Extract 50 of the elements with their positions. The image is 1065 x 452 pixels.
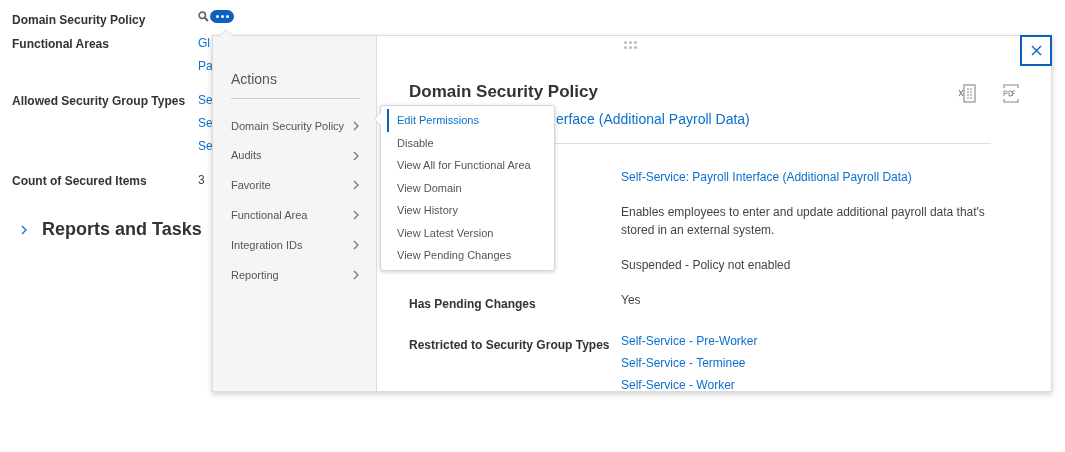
value-link[interactable]: Se	[198, 114, 213, 132]
field-label: Domain Security Policy	[12, 12, 147, 29]
field-label: Restricted to Security Group Types	[409, 338, 610, 352]
field-value: Suspended - Policy not enabled	[621, 257, 792, 274]
menu-item[interactable]: Reporting	[231, 260, 360, 290]
value-link[interactable]: Gl	[198, 34, 213, 52]
submenu-item[interactable]: View Domain	[387, 176, 554, 199]
submenu-item[interactable]: View History	[387, 199, 554, 222]
chevron-icon[interactable]	[20, 224, 28, 235]
submenu-item[interactable]: View Pending Changes	[387, 244, 554, 267]
field-label: Has Pending Changes	[409, 297, 536, 311]
search-icon[interactable]	[198, 11, 209, 22]
chevron-icon	[352, 180, 360, 191]
value-link[interactable]: Se	[198, 91, 213, 109]
menu-item[interactable]: Integration IDs	[231, 230, 360, 260]
drag-handle-icon[interactable]	[624, 41, 637, 49]
value-link[interactable]: Self-Service - Pre-Worker	[621, 332, 1021, 350]
menu-item[interactable]: Audits	[231, 140, 360, 171]
menu-item[interactable]: Domain Security Policy	[231, 111, 360, 141]
menu-heading: Actions	[231, 69, 360, 99]
value-link[interactable]: Se	[198, 137, 213, 155]
field-value: 3	[198, 172, 205, 189]
section-title: Reports and Tasks	[42, 218, 202, 241]
more-actions-button[interactable]	[210, 10, 234, 23]
pdf-export-icon[interactable]	[1002, 84, 1020, 103]
value-link[interactable]: Self-Service - Worker	[621, 376, 1021, 394]
menu-item[interactable]: Favorite	[231, 170, 360, 201]
subtitle-link[interactable]: erface (Additional Payroll Data)	[556, 110, 750, 128]
value-link[interactable]: Pa	[198, 57, 213, 75]
chevron-icon	[352, 120, 360, 131]
field-label: Functional Areas	[12, 36, 110, 53]
close-button[interactable]	[1020, 35, 1052, 66]
detail-title: Domain Security Policy	[409, 81, 598, 103]
submenu-item[interactable]: Edit Permissions	[387, 109, 554, 132]
value-link[interactable]: Self-Service - Terminee	[621, 354, 1021, 372]
close-icon	[1030, 45, 1042, 56]
excel-export-icon[interactable]	[958, 84, 976, 103]
menu-item[interactable]: Functional Area	[231, 200, 360, 231]
chevron-icon	[352, 210, 360, 221]
field-value: Enables employees to enter and update additional payroll data that's stored in an external system.	[621, 204, 986, 239]
chevron-icon	[352, 269, 360, 280]
submenu-item[interactable]: Disable	[387, 131, 554, 154]
field-value: Yes	[621, 292, 642, 309]
submenu-item[interactable]: View Latest Version	[387, 221, 554, 244]
chevron-icon	[352, 240, 360, 251]
field-label: Allowed Security Group Types	[12, 93, 187, 110]
chevron-icon	[352, 150, 360, 161]
submenu-item[interactable]: View All for Functional Area	[387, 154, 554, 177]
value-link[interactable]: Self-Service: Payroll Interface (Additional Payroll Data)	[621, 168, 1021, 186]
field-label: Count of Secured Items	[12, 173, 148, 190]
